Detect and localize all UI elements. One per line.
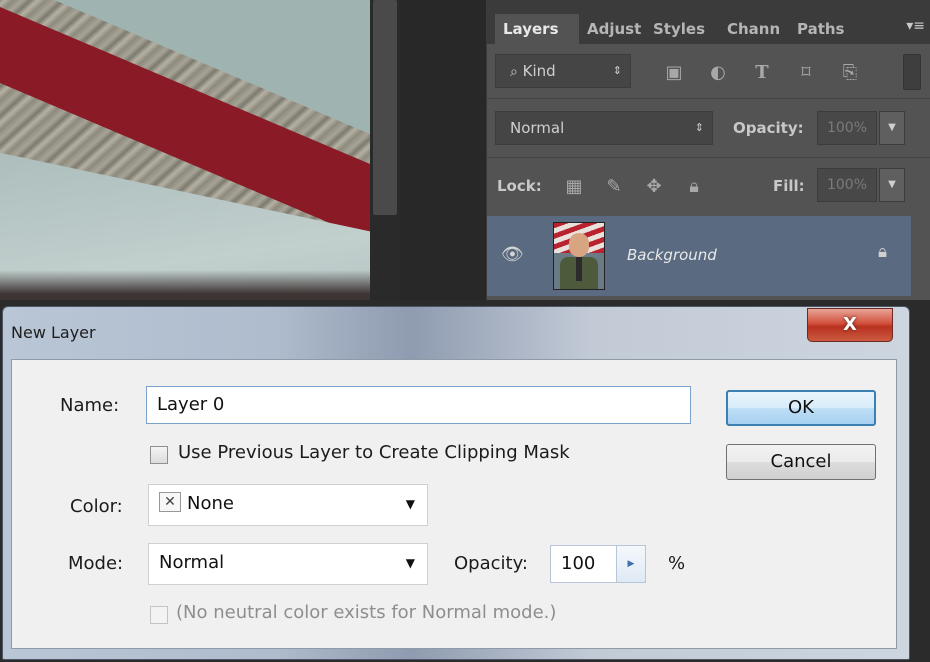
no-color-swatch-icon: ✕ <box>159 492 181 512</box>
opacity-input[interactable]: 100 <box>550 545 618 583</box>
color-label: Color: <box>70 496 123 517</box>
opacity-slider-arrow-icon[interactable]: ▶ <box>616 545 646 583</box>
updown-arrow-icon: ⇕ <box>612 64 622 77</box>
image-canvas[interactable] <box>0 0 370 300</box>
mode-select[interactable]: Normal ▼ <box>148 543 428 585</box>
opacity-label: Opacity: <box>733 119 804 137</box>
new-layer-dialog: New Layer X Name: Layer 0 Use Previous L… <box>2 306 910 660</box>
blend-mode-value: Normal <box>510 119 565 137</box>
name-input[interactable]: Layer 0 <box>146 386 691 424</box>
mode-label: Mode: <box>68 553 124 574</box>
dialog-title: New Layer <box>11 323 96 342</box>
close-icon: X <box>843 314 857 335</box>
opacity-label: Opacity: <box>454 553 528 574</box>
ok-button[interactable]: OK <box>726 390 876 426</box>
filter-toggle-switch[interactable] <box>903 54 921 90</box>
layer-name[interactable]: Background <box>627 246 717 264</box>
tab-channels[interactable]: Chann <box>719 14 793 44</box>
dialog-body: Name: Layer 0 Use Previous Layer to Crea… <box>11 359 897 649</box>
adjustment-filter-icon[interactable]: ◐ <box>705 60 731 86</box>
kind-filter-label: Kind <box>522 62 556 80</box>
tab-styles[interactable]: Styles <box>645 14 721 44</box>
smart-object-filter-icon[interactable]: ⎘ <box>837 60 863 86</box>
thumbnail-tie <box>576 257 582 281</box>
mode-select-value: Normal <box>159 552 225 573</box>
canvas-shadow <box>0 270 370 300</box>
divider <box>487 157 930 158</box>
visibility-eye-icon[interactable]: 👁︎ <box>501 244 524 265</box>
panel-menu-icon[interactable]: ▾≡ <box>906 18 925 34</box>
dialog-titlebar[interactable]: New Layer X <box>3 307 909 359</box>
layers-panel: Layers Adjust Styles Chann Paths ▾≡ ⌕ Ki… <box>486 0 930 300</box>
clipping-mask-checkbox[interactable] <box>150 446 168 464</box>
layer-lock-icon[interactable]: 🔒︎ <box>878 242 887 262</box>
clipping-mask-label[interactable]: Use Previous Layer to Create Clipping Ma… <box>178 442 570 463</box>
blend-mode-dropdown[interactable]: Normal ⇕ <box>495 111 713 145</box>
lock-image-pixels-icon[interactable]: ✎ <box>601 174 627 200</box>
neutral-color-label: (No neutral color exists for Normal mode… <box>176 602 557 623</box>
workspace-gutter <box>400 0 486 300</box>
dropdown-arrow-icon: ▼ <box>405 497 415 511</box>
shape-filter-icon[interactable]: ⌑ <box>793 60 819 86</box>
neutral-color-checkbox[interactable] <box>150 606 168 624</box>
cancel-button[interactable]: Cancel <box>726 444 876 480</box>
layer-row[interactable]: 👁︎ Background 🔒︎ <box>487 216 911 296</box>
opacity-arrow-button[interactable]: ▼ <box>879 111 905 145</box>
image-filter-icon[interactable]: ▣ <box>661 60 687 86</box>
dropdown-arrow-icon: ▼ <box>405 556 415 570</box>
kind-filter-dropdown[interactable]: ⌕ Kind ⇕ <box>495 54 631 88</box>
name-label: Name: <box>60 395 120 416</box>
type-filter-icon[interactable]: T <box>749 60 775 86</box>
panel-tabbar: Layers Adjust Styles Chann Paths ▾≡ <box>487 0 930 44</box>
canvas-scrollbar-thumb[interactable] <box>373 0 397 215</box>
close-button[interactable]: X <box>807 308 893 342</box>
color-select[interactable]: ✕ None ▼ <box>148 484 428 526</box>
lock-position-icon[interactable]: ✥ <box>641 174 667 200</box>
tab-adjustments[interactable]: Adjust <box>579 14 651 44</box>
opacity-unit: % <box>668 553 686 574</box>
updown-arrow-icon: ⇕ <box>694 121 704 134</box>
lock-transparent-pixels-icon[interactable]: ▦ <box>561 174 587 200</box>
tab-layers[interactable]: Layers <box>495 14 579 44</box>
search-icon: ⌕ <box>510 64 518 80</box>
fill-label: Fill: <box>773 177 805 195</box>
color-select-value: None <box>187 493 234 514</box>
lock-label: Lock: <box>497 177 542 195</box>
divider <box>487 98 930 99</box>
opacity-field[interactable]: 100% <box>817 111 877 145</box>
layer-thumbnail[interactable] <box>553 222 605 290</box>
fill-arrow-button[interactable]: ▼ <box>879 168 905 202</box>
fill-field[interactable]: 100% <box>817 168 877 202</box>
tab-paths[interactable]: Paths <box>789 14 857 44</box>
thumbnail-face <box>569 233 589 257</box>
lock-all-icon[interactable]: 🔒︎ <box>681 174 707 200</box>
